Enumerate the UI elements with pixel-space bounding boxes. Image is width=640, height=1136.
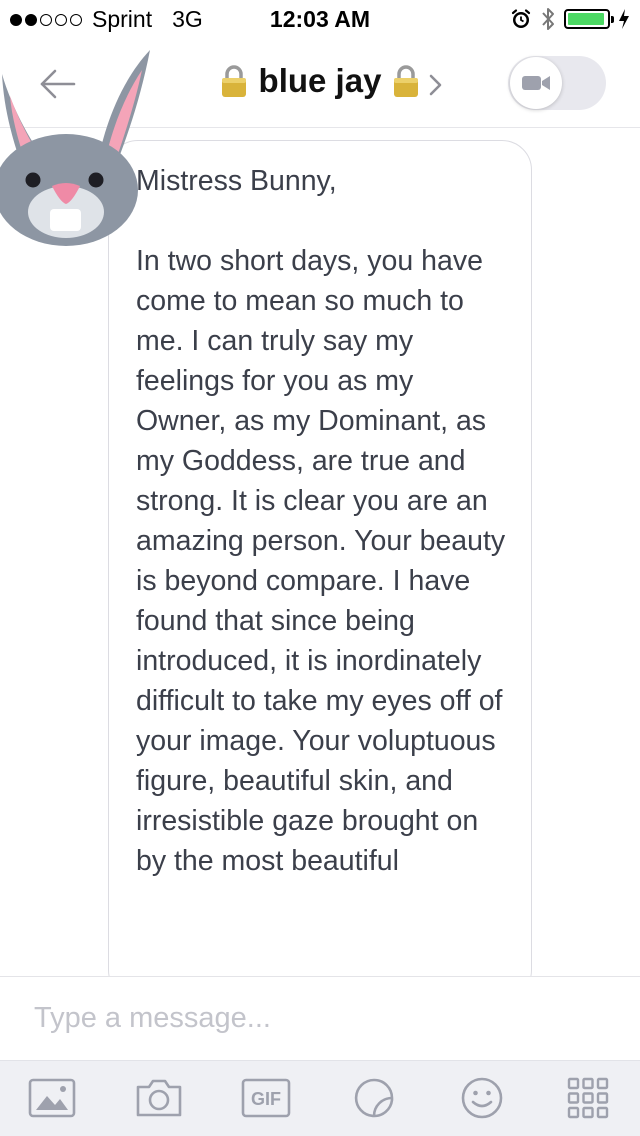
image-icon [28, 1078, 76, 1118]
sticker-icon [354, 1078, 394, 1118]
network-type: 3G [172, 6, 203, 32]
video-call-toggle[interactable] [508, 56, 606, 110]
contact-name: blue jay [258, 62, 382, 99]
emoji-button[interactable] [456, 1075, 508, 1121]
chevron-right-icon[interactable] [424, 70, 448, 100]
status-left: Sprint 3G [10, 6, 203, 33]
battery-icon [564, 9, 614, 29]
alarm-clock-icon [511, 9, 531, 28]
message-text: Mistress Bunny, In two short days, you h… [136, 165, 506, 877]
signal-dot [10, 13, 22, 26]
chat-screen: Sprint 3G 12:03 AM blue jay Mistress Bun… [0, 0, 640, 1136]
signal-strength-icon [10, 13, 82, 26]
status-bar: Sprint 3G 12:03 AM [0, 0, 640, 40]
signal-dot [55, 13, 67, 26]
lock-icon [394, 65, 419, 97]
emoji-icon [461, 1077, 503, 1119]
message-composer [0, 976, 640, 1060]
composer-toolbar: GIF [0, 1060, 640, 1136]
gif-label: GIF [251, 1089, 281, 1109]
gif-button[interactable]: GIF [240, 1075, 292, 1121]
signal-dot [70, 13, 82, 26]
status-right [510, 6, 630, 32]
charging-bolt-icon [619, 9, 629, 29]
message-bubble[interactable]: Mistress Bunny, In two short days, you h… [108, 140, 532, 1000]
bunny-sticker [0, 50, 150, 246]
image-button[interactable] [26, 1075, 78, 1121]
lock-icon [221, 65, 246, 97]
toggle-knob [510, 57, 562, 109]
battery-level-fill [568, 13, 605, 25]
camera-icon [136, 1079, 182, 1117]
message-input[interactable] [34, 995, 604, 1041]
carrier-name: Sprint [92, 6, 153, 32]
camera-button[interactable] [133, 1075, 185, 1121]
sticker-button[interactable] [348, 1075, 400, 1121]
more-apps-button[interactable] [562, 1075, 614, 1121]
signal-dot [25, 13, 37, 26]
gif-icon: GIF [241, 1078, 291, 1118]
bluetooth-icon [542, 8, 554, 30]
grid-icon [567, 1077, 609, 1119]
video-camera-icon [522, 76, 550, 90]
signal-dot [40, 13, 52, 26]
